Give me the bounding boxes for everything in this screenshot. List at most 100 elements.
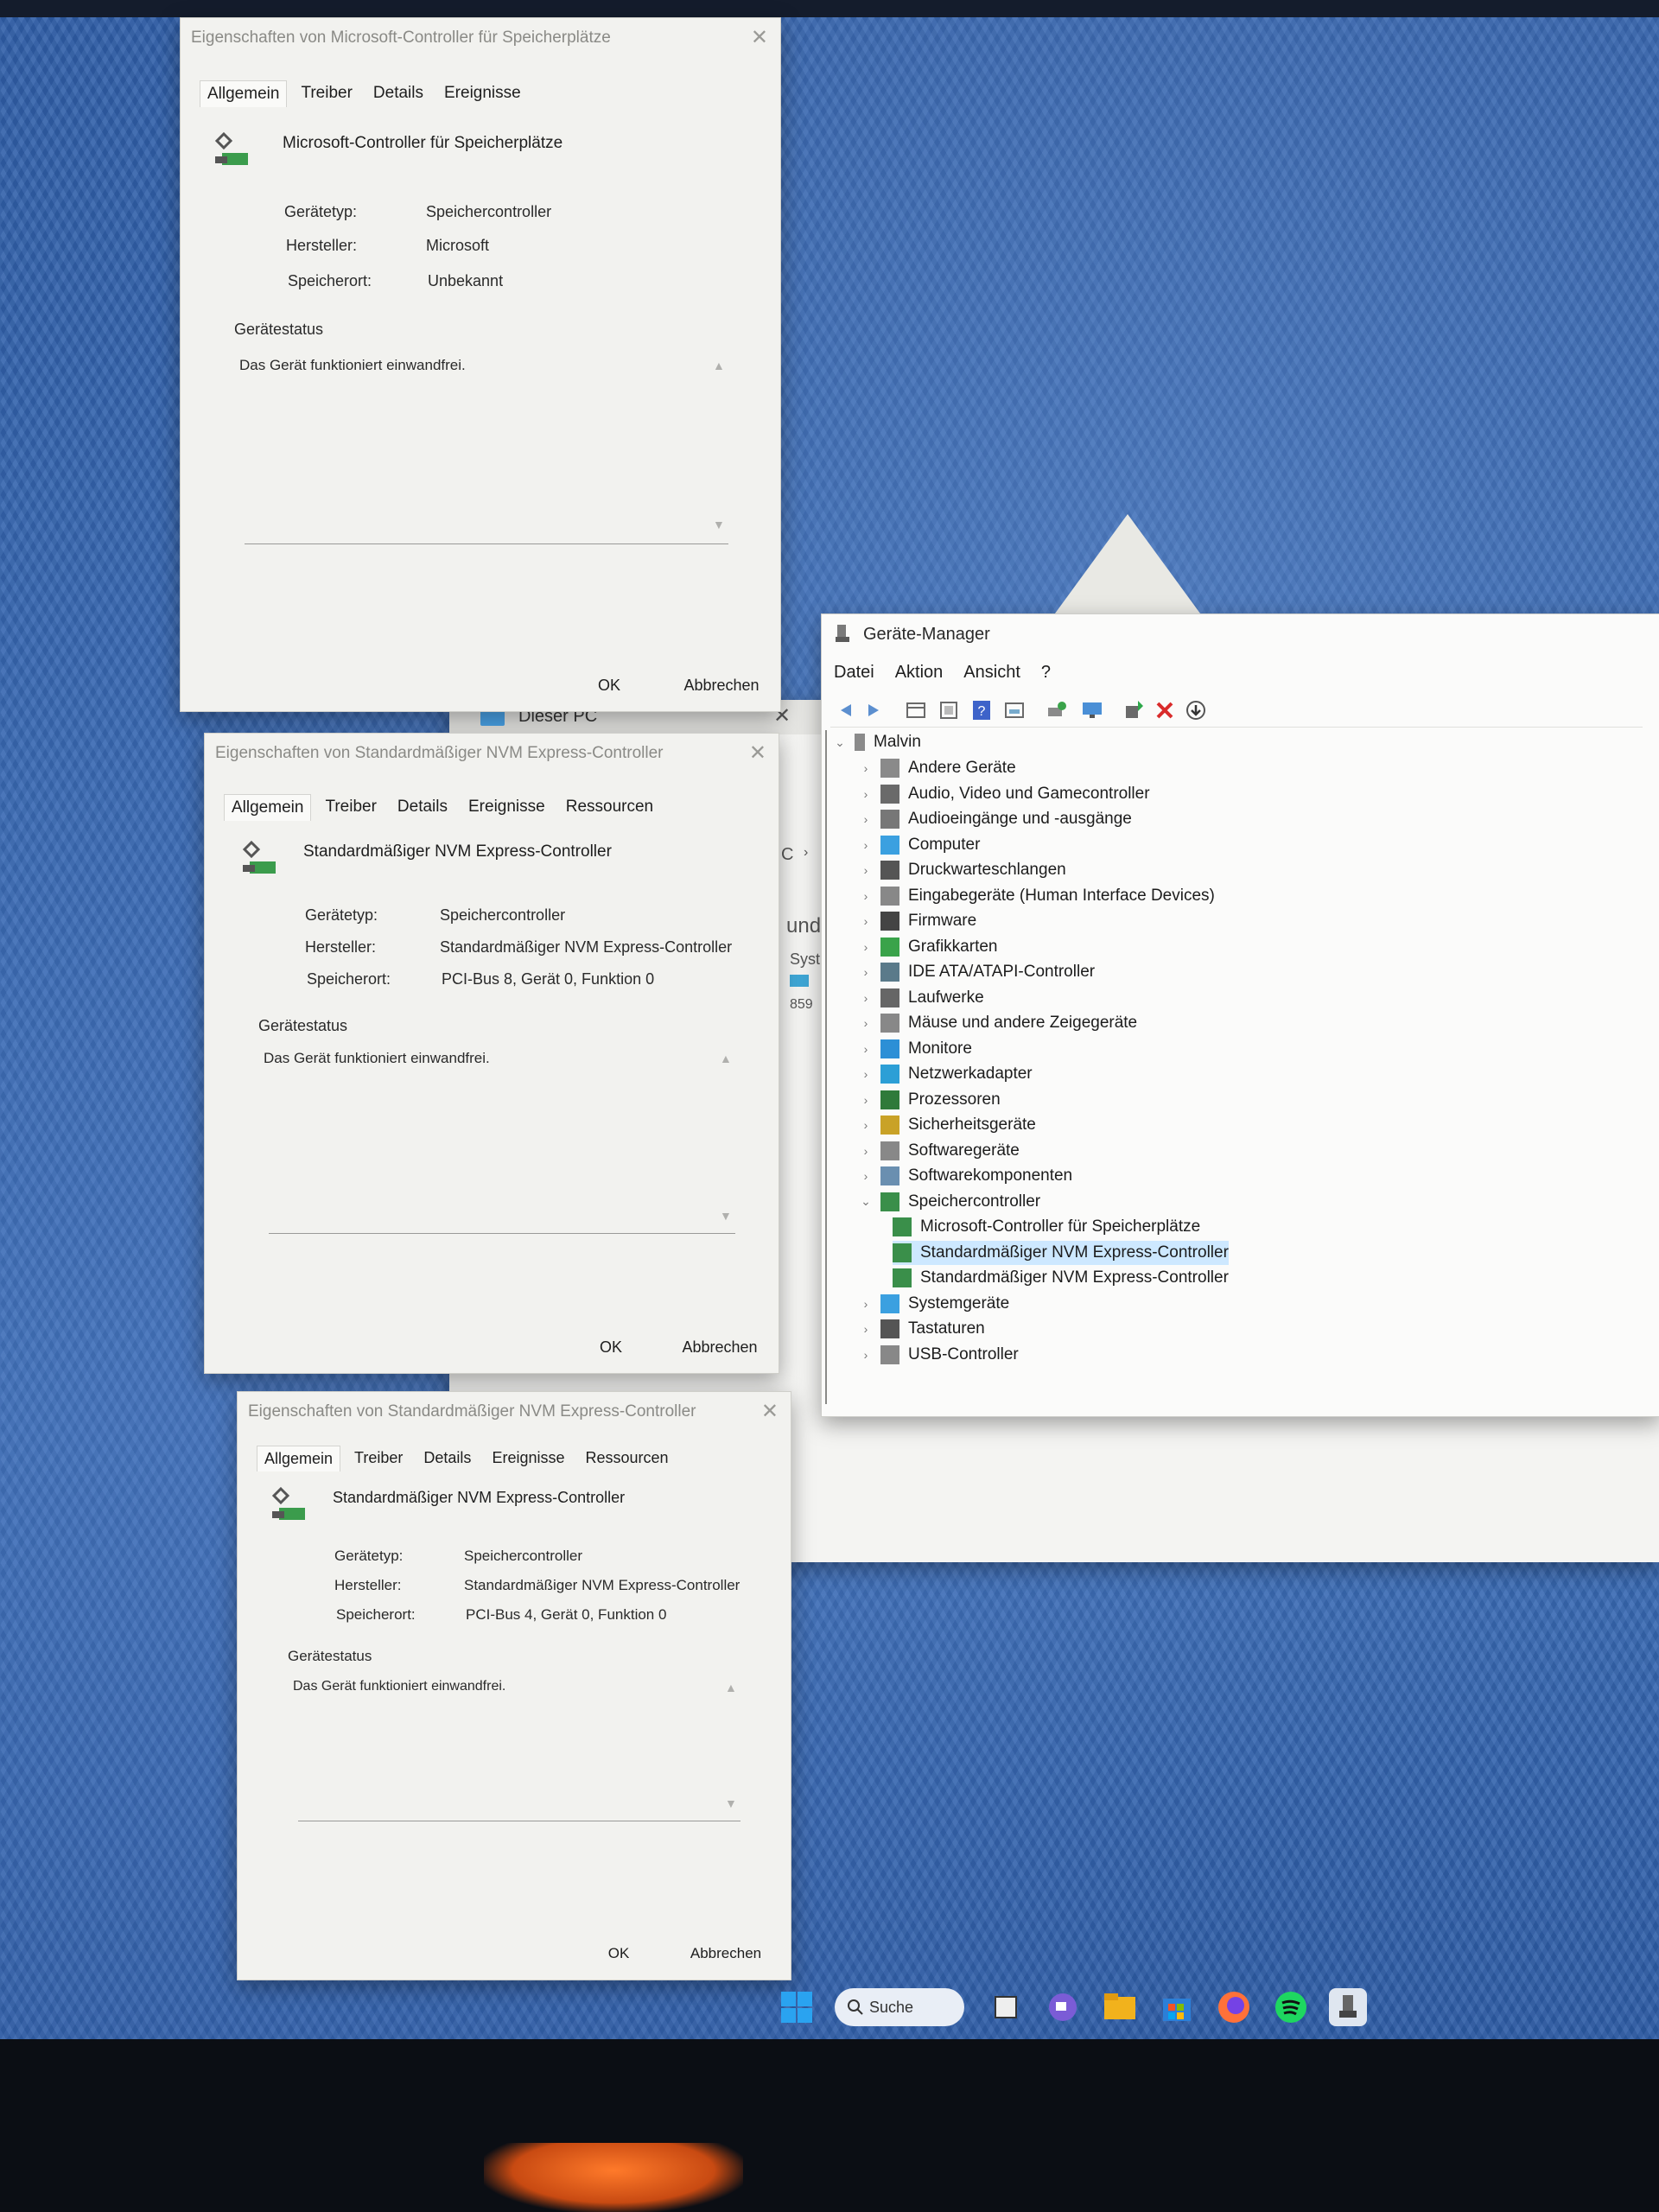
chevron-right-icon[interactable]: ›: [860, 1093, 872, 1107]
chevron-right-icon[interactable]: ›: [860, 889, 872, 903]
chevron-right-icon[interactable]: ›: [860, 838, 872, 852]
status-textbox[interactable]: Das Gerät funktioniert einwandfrei. ▲ ▼: [293, 1679, 741, 1821]
tree-category[interactable]: › Laufwerke: [860, 986, 984, 1010]
download-icon[interactable]: [1185, 699, 1207, 721]
ok-button[interactable]: OK: [566, 671, 652, 699]
device-tree[interactable]: ⌄ Malvin › Andere Geräte › Audio, Video und…: [825, 730, 1656, 1404]
tree-category[interactable]: › Softwaregeräte: [860, 1139, 1020, 1163]
scroll-down-icon[interactable]: ▼: [725, 1796, 737, 1810]
tree-category[interactable]: › Softwarekomponenten: [860, 1164, 1072, 1188]
tree-category[interactable]: › Andere Geräte: [860, 756, 1016, 780]
properties-dialog-nvme-controller-1[interactable]: Eigenschaften von Standardmäßiger NVM Ex…: [204, 733, 779, 1374]
tree-category[interactable]: ⌄ Speichercontroller: [860, 1190, 1040, 1214]
tab-allgemein[interactable]: Allgemein: [200, 80, 288, 107]
tab-treiber[interactable]: Treiber: [347, 1446, 410, 1471]
chevron-right-icon[interactable]: ›: [860, 1042, 872, 1056]
close-icon[interactable]: ✕: [751, 25, 768, 50]
chevron-right-icon[interactable]: ›: [860, 1297, 872, 1311]
close-icon[interactable]: ✕: [761, 1399, 779, 1424]
ok-button[interactable]: OK: [568, 1333, 654, 1361]
menu-ansicht[interactable]: Ansicht: [963, 663, 1020, 683]
cancel-button[interactable]: Abbrechen: [670, 671, 773, 699]
tree-category[interactable]: › USB-Controller: [860, 1343, 1019, 1367]
monitor-icon[interactable]: [1081, 699, 1103, 721]
chevron-right-icon[interactable]: ›: [860, 787, 872, 801]
cancel-button[interactable]: Abbrechen: [675, 1940, 777, 1967]
tree-category[interactable]: › Sicherheitsgeräte: [860, 1113, 1036, 1137]
chevron-right-icon[interactable]: ›: [860, 1067, 872, 1081]
tab-ereignisse[interactable]: Ereignisse: [485, 1446, 571, 1471]
tab-ereignisse[interactable]: Ereignisse: [461, 794, 552, 821]
forward-icon[interactable]: [863, 699, 886, 721]
scroll-down-icon[interactable]: ▼: [720, 1209, 732, 1223]
tab-ereignisse[interactable]: Ereignisse: [437, 80, 528, 107]
tree-category[interactable]: › Computer: [860, 833, 980, 857]
firefox-icon[interactable]: [1215, 1988, 1253, 2026]
tab-allgemein[interactable]: Allgemein: [257, 1446, 341, 1471]
tab-ressourcen[interactable]: Ressourcen: [578, 1446, 675, 1471]
scan-icon[interactable]: [1045, 699, 1067, 721]
file-explorer-icon[interactable]: [1101, 1988, 1139, 2026]
tree-category[interactable]: › Mäuse und andere Zeigegeräte: [860, 1011, 1137, 1035]
tree-device[interactable]: Standardmäßiger NVM Express-Controller: [893, 1240, 1229, 1265]
chevron-right-icon[interactable]: ›: [860, 914, 872, 928]
tree-category[interactable]: › Firmware: [860, 909, 976, 933]
chevron-right-icon[interactable]: ›: [860, 1322, 872, 1336]
task-view-icon[interactable]: [987, 1988, 1025, 2026]
tree-category[interactable]: › Eingabegeräte (Human Interface Devices): [860, 884, 1215, 908]
menu-datei[interactable]: Datei: [834, 663, 874, 683]
tab-allgemein[interactable]: Allgemein: [224, 794, 312, 821]
back-icon[interactable]: [834, 699, 856, 721]
tree-category[interactable]: › Systemgeräte: [860, 1292, 1009, 1316]
tree-category[interactable]: › Netzwerkadapter: [860, 1062, 1033, 1086]
device-manager-icon[interactable]: [1329, 1988, 1367, 2026]
chevron-right-icon[interactable]: ›: [860, 1144, 872, 1158]
tab-treiber[interactable]: Treiber: [318, 794, 383, 821]
devices-icon[interactable]: [1003, 699, 1026, 721]
update-driver-icon[interactable]: [1122, 699, 1145, 721]
chevron-right-icon[interactable]: ›: [860, 991, 872, 1005]
tree-category[interactable]: › Audio, Video und Gamecontroller: [860, 782, 1150, 806]
tree-category[interactable]: › Prozessoren: [860, 1088, 1001, 1112]
ok-button[interactable]: OK: [580, 1940, 658, 1967]
store-icon[interactable]: [1158, 1988, 1196, 2026]
menu-help[interactable]: ?: [1041, 663, 1051, 683]
tree-category[interactable]: › IDE ATA/ATAPI-Controller: [860, 960, 1095, 984]
chevron-right-icon[interactable]: ›: [860, 1016, 872, 1030]
tree-category[interactable]: › Monitore: [860, 1037, 972, 1061]
chevron-down-icon[interactable]: ⌄: [860, 1194, 872, 1209]
scroll-down-icon[interactable]: ▼: [713, 518, 725, 531]
device-manager-window[interactable]: Geräte-Manager Datei Aktion Ansicht ? ? …: [821, 613, 1659, 1417]
close-icon[interactable]: ✕: [749, 741, 766, 766]
chevron-down-icon[interactable]: ⌄: [834, 735, 846, 750]
tab-details[interactable]: Details: [391, 794, 454, 821]
search-input[interactable]: Suche: [835, 1988, 964, 2026]
chevron-right-icon[interactable]: ›: [860, 965, 872, 979]
tab-details[interactable]: Details: [416, 1446, 478, 1471]
tree-device[interactable]: Microsoft-Controller für Speicherplätze: [893, 1215, 1200, 1239]
chat-icon[interactable]: [1044, 1988, 1082, 2026]
chevron-right-icon[interactable]: ›: [860, 761, 872, 775]
properties-icon[interactable]: [905, 699, 927, 721]
tree-category[interactable]: › Audioeingänge und -ausgänge: [860, 807, 1132, 831]
chevron-right-icon[interactable]: ›: [860, 1118, 872, 1132]
scroll-up-icon[interactable]: ▲: [713, 359, 725, 372]
view-icon[interactable]: [938, 699, 960, 721]
tree-root[interactable]: ⌄ Malvin: [834, 730, 921, 754]
chevron-right-icon[interactable]: ›: [860, 1169, 872, 1183]
status-textbox[interactable]: Das Gerät funktioniert einwandfrei. ▲ ▼: [239, 357, 728, 544]
tab-treiber[interactable]: Treiber: [294, 80, 359, 107]
start-icon[interactable]: [778, 1988, 816, 2026]
tree-category[interactable]: › Grafikkarten: [860, 935, 997, 959]
properties-dialog-nvme-controller-2[interactable]: Eigenschaften von Standardmäßiger NVM Ex…: [237, 1391, 791, 1980]
help-icon[interactable]: ?: [970, 699, 993, 721]
menu-aktion[interactable]: Aktion: [895, 663, 944, 683]
chevron-right-icon[interactable]: ›: [860, 940, 872, 954]
chevron-right-icon[interactable]: ›: [860, 1348, 872, 1362]
tree-device[interactable]: Standardmäßiger NVM Express-Controller: [893, 1266, 1229, 1290]
tree-category[interactable]: › Tastaturen: [860, 1317, 985, 1341]
chevron-right-icon[interactable]: ›: [860, 812, 872, 826]
tab-details[interactable]: Details: [366, 80, 430, 107]
uninstall-icon[interactable]: [1154, 699, 1176, 721]
chevron-right-icon[interactable]: ›: [860, 863, 872, 877]
